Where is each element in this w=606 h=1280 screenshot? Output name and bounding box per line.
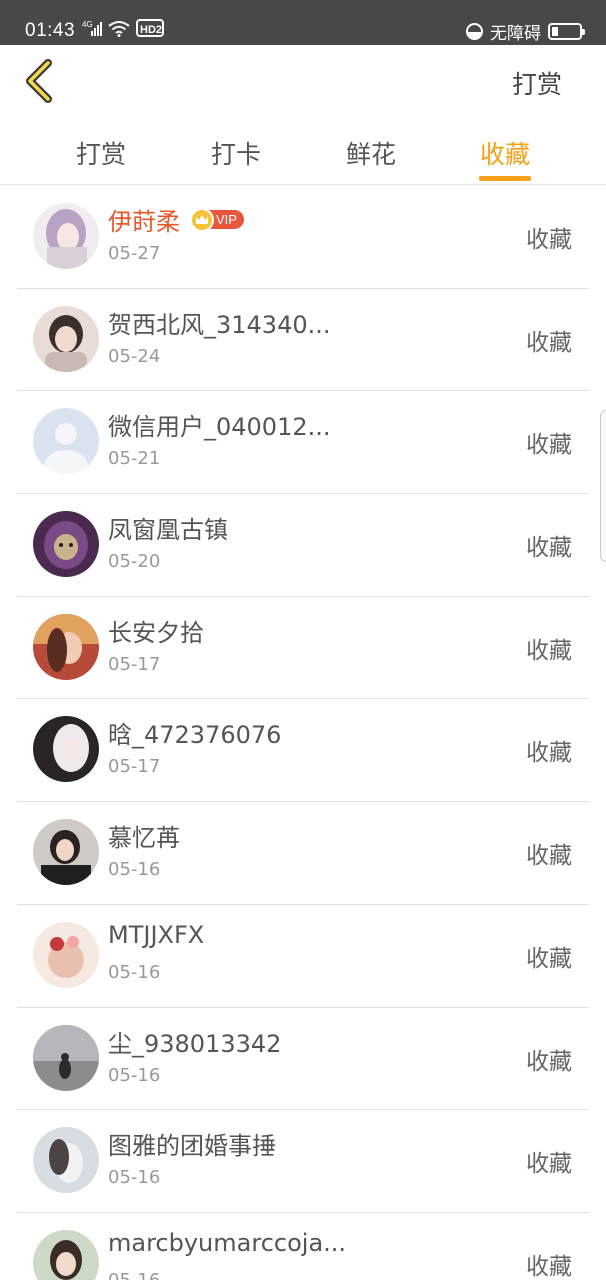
name-line: 长安夕拾 xyxy=(108,613,204,648)
active-tab-indicator xyxy=(479,176,531,181)
date: 05-16 xyxy=(108,961,161,983)
date: 05-20 xyxy=(108,551,161,573)
date: 05-17 xyxy=(108,756,161,778)
avatar xyxy=(33,408,99,475)
list-item[interactable]: 伊莳柔 VIP 05-27 收藏 xyxy=(0,186,606,289)
name-line: 图雅的团婚事捶 xyxy=(108,1126,276,1161)
avatar xyxy=(33,613,99,680)
favorite-label: 收藏 xyxy=(526,1048,572,1075)
scroll-indicator[interactable] xyxy=(600,410,606,562)
avatar xyxy=(33,819,99,886)
list-item[interactable]: 慕忆苒 05-16 收藏 xyxy=(0,802,606,905)
avatar xyxy=(33,1127,99,1194)
name-line: 贺西北风_314340... xyxy=(108,305,331,340)
favorite-label: 收藏 xyxy=(526,535,572,562)
favorite-label: 收藏 xyxy=(526,432,572,459)
favorite-label: 收藏 xyxy=(526,945,572,972)
status-bar: 01:43 4G HD2 无障碍 xyxy=(0,0,606,45)
list-item[interactable]: marcbyumarccoja... 05-16 收藏 xyxy=(0,1213,606,1280)
avatar xyxy=(33,203,99,269)
favorite-label: 收藏 xyxy=(526,843,572,870)
signal-icon: 4G xyxy=(82,20,102,36)
user-name: 图雅的团婚事捶 xyxy=(108,1132,276,1161)
list-item[interactable]: 图雅的团婚事捶 05-16 收藏 xyxy=(0,1110,606,1213)
user-name: MTJJXFX xyxy=(108,920,205,949)
status-time: 01:43 xyxy=(25,20,76,41)
favorites-list: 伊莳柔 VIP 05-27 收藏 贺西北风_314340... 05-24 收藏 xyxy=(0,186,606,1280)
tab-checkin[interactable]: 打卡 xyxy=(196,135,276,171)
name-line: 晗_472376076 xyxy=(108,715,281,750)
list-item[interactable]: 凤窗凰古镇 05-20 收藏 xyxy=(0,494,606,597)
user-name: 尘_938013342 xyxy=(108,1029,282,1058)
tab-favorites[interactable]: 收藏 xyxy=(465,135,545,171)
chevron-left-icon[interactable] xyxy=(22,59,56,103)
date: 05-24 xyxy=(108,345,161,367)
status-right: 无障碍 xyxy=(466,19,585,44)
tab-flowers[interactable]: 鲜花 xyxy=(331,135,411,171)
date: 05-21 xyxy=(108,448,161,470)
name-line: 凤窗凰古镇 xyxy=(108,510,228,545)
accessibility-label: 无障碍 xyxy=(490,24,541,44)
user-name: marcbyumarccoja... xyxy=(108,1228,347,1257)
name-line: 微信用户_040012... xyxy=(108,407,331,442)
header: 打赏 xyxy=(0,45,606,117)
wifi-icon xyxy=(108,20,130,37)
avatar xyxy=(33,921,99,988)
favorite-label: 收藏 xyxy=(526,1151,572,1178)
favorite-label: 收藏 xyxy=(526,740,572,767)
header-reward-button[interactable]: 打赏 xyxy=(512,65,562,101)
date: 05-17 xyxy=(108,653,161,675)
status-icons: 4G HD2 xyxy=(82,19,164,37)
list-item[interactable]: MTJJXFX 05-16 收藏 xyxy=(0,905,606,1008)
crown-icon xyxy=(190,207,214,232)
hd-icon: HD2 xyxy=(136,19,164,37)
favorite-label: 收藏 xyxy=(526,329,572,356)
user-name: 晗_472376076 xyxy=(108,721,282,750)
favorite-label: 收藏 xyxy=(526,637,572,664)
vip-badge: VIP xyxy=(190,207,244,232)
tab-bar: 打赏 打卡 鲜花 收藏 xyxy=(0,117,606,185)
date: 05-16 xyxy=(108,1270,160,1280)
name-line: 慕忆苒 xyxy=(108,818,180,853)
list-item[interactable]: 长安夕拾 05-17 收藏 xyxy=(0,597,606,700)
favorite-label: 收藏 xyxy=(526,1253,572,1280)
user-name: 贺西北风_314340... xyxy=(108,310,331,339)
svg-text:HD2: HD2 xyxy=(140,24,162,36)
user-name: 伊莳柔 xyxy=(108,208,180,236)
list-item[interactable]: 微信用户_040012... 05-21 收藏 xyxy=(0,391,606,494)
user-name: 微信用户_040012... xyxy=(108,413,331,442)
avatar xyxy=(33,1024,99,1091)
list-item[interactable]: 晗_472376076 05-17 收藏 xyxy=(0,699,606,802)
user-name: 慕忆苒 xyxy=(108,824,180,853)
accessibility-icon xyxy=(466,23,483,40)
date: 05-27 xyxy=(108,243,161,264)
name-line: marcbyumarccoja... xyxy=(108,1229,346,1257)
avatar xyxy=(33,1229,99,1280)
date: 05-16 xyxy=(108,1064,161,1086)
date: 05-16 xyxy=(108,1167,161,1189)
date: 05-16 xyxy=(108,859,161,881)
list-item[interactable]: 尘_938013342 05-16 收藏 xyxy=(0,1008,606,1111)
tab-reward[interactable]: 打赏 xyxy=(61,135,141,171)
name-line: MTJJXFX xyxy=(108,921,204,949)
avatar xyxy=(33,716,99,783)
favorite-label: 收藏 xyxy=(526,227,572,253)
list-item[interactable]: 贺西北风_314340... 05-24 收藏 xyxy=(0,289,606,392)
user-name: 长安夕拾 xyxy=(108,618,204,647)
avatar xyxy=(33,305,99,372)
name-line: 尘_938013342 xyxy=(108,1024,281,1059)
svg-text:4G: 4G xyxy=(82,20,93,29)
user-name: 凤窗凰古镇 xyxy=(108,516,228,545)
battery-icon xyxy=(548,23,585,40)
name-line: 伊莳柔 VIP xyxy=(108,202,244,237)
avatar xyxy=(33,511,99,578)
